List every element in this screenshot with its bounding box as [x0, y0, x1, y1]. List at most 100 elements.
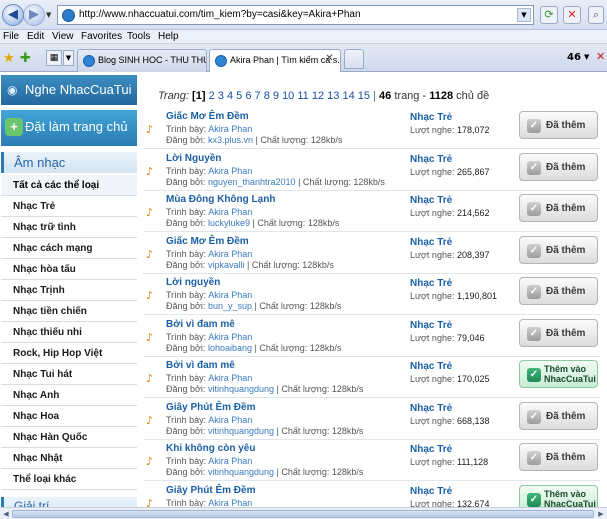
favorites-star-icon[interactable]: ★	[3, 51, 15, 66]
page-link[interactable]: 11	[297, 90, 308, 102]
song-title[interactable]: Bởi vì đam mê	[166, 360, 235, 371]
sidebar-item-all[interactable]: Tất cả các thể loại	[1, 175, 137, 196]
added-button[interactable]: ✓ Đã thêm	[519, 401, 598, 430]
uploader-link[interactable]: vitinhquangdung	[208, 467, 274, 477]
singer-link[interactable]: Akira Phan	[208, 456, 252, 466]
sidebar-item-nhat[interactable]: Nhạc Nhật	[1, 448, 137, 469]
added-button[interactable]: ✓ Đã thêm	[519, 235, 598, 264]
song-title[interactable]: Giấc Mơ Êm Đềm	[166, 236, 249, 247]
song-category-link[interactable]: Nhạc Trẻ	[410, 444, 452, 455]
menu-file[interactable]: File	[3, 31, 19, 42]
add-to-nhaccuatui-button[interactable]: ✓ Thêm vào NhacCuaTui	[519, 360, 598, 388]
tab-blog[interactable]: Blog SINH HOC - THU THUAT...	[77, 49, 207, 72]
uploader-link[interactable]: luckyluke9	[208, 218, 250, 228]
song-title[interactable]: Lời Nguyền	[166, 153, 221, 164]
song-title[interactable]: Giấc Mơ Êm Đềm	[166, 111, 249, 122]
song-title[interactable]: Mùa Đông Không Lạnh	[166, 194, 275, 205]
horizontal-scrollbar[interactable]: ◀ ▶	[0, 507, 607, 519]
uploader-link[interactable]: bun_y_sup	[208, 301, 252, 311]
singer-link[interactable]: Akira Phan	[208, 415, 252, 425]
tab-list-dropdown-icon[interactable]: ▼	[63, 50, 74, 66]
page-link[interactable]: 6	[245, 90, 251, 102]
song-category-link[interactable]: Nhạc Trẻ	[410, 154, 452, 165]
tab-count-dropdown-icon[interactable]: ▼	[584, 53, 589, 61]
page-link[interactable]: 5	[236, 90, 242, 102]
singer-link[interactable]: Akira Phan	[208, 332, 252, 342]
uploader-link[interactable]: lohoaibang	[208, 343, 252, 353]
singer-link[interactable]: Akira Phan	[208, 290, 252, 300]
sidebar-item-cach-mang[interactable]: Nhạc cách mạng	[1, 238, 137, 259]
sidebar-item-hoa-tau[interactable]: Nhạc hòa tấu	[1, 259, 137, 280]
uploader-link[interactable]: vipkavalli	[208, 260, 245, 270]
song-title[interactable]: Lời nguyền	[166, 277, 220, 288]
song-category-link[interactable]: Nhạc Trẻ	[410, 486, 452, 497]
sidebar-item-han-quoc[interactable]: Nhạc Hàn Quốc	[1, 427, 137, 448]
page-link[interactable]: 15	[358, 90, 370, 102]
song-title[interactable]: Bởi vì đam mê	[166, 319, 235, 330]
menu-help[interactable]: Help	[158, 31, 179, 42]
menu-tools[interactable]: Tools	[127, 31, 150, 42]
sidebar-header-listen[interactable]: ◉ Nghe NhacCuaTui	[1, 75, 137, 105]
song-category-link[interactable]: Nhạc Trẻ	[410, 237, 452, 248]
new-tab-button[interactable]	[344, 49, 364, 69]
page-link[interactable]: 14	[342, 90, 354, 102]
singer-link[interactable]: Akira Phan	[208, 124, 252, 134]
scroll-right-icon[interactable]: ▶	[596, 509, 606, 519]
scrollbar-thumb[interactable]	[12, 510, 594, 518]
sidebar-item-rock-hiphop[interactable]: Rock, Hip Hop Việt	[1, 343, 137, 364]
singer-link[interactable]: Akira Phan	[208, 166, 252, 176]
tab-close-icon[interactable]: ✕	[323, 53, 336, 66]
page-link[interactable]: 9	[273, 90, 279, 102]
close-window-icon[interactable]: ✕	[596, 50, 605, 63]
address-bar[interactable]: http://www.nhaccuatui.com/tim_kiem?by=ca…	[57, 5, 534, 25]
song-category-link[interactable]: Nhạc Trẻ	[410, 320, 452, 331]
sidebar-item-hoa[interactable]: Nhạc Hoa	[1, 406, 137, 427]
page-link[interactable]: 7	[255, 90, 261, 102]
page-link[interactable]: 2	[209, 90, 215, 102]
page-link[interactable]: 4	[227, 90, 233, 102]
tab-active-search[interactable]: Akira Phan | Tìm kiếm ca s... ✕	[209, 49, 341, 72]
refresh-icon[interactable]: ⟳	[540, 6, 558, 24]
history-dropdown-icon[interactable]: ▼	[46, 12, 52, 19]
menu-view[interactable]: View	[52, 31, 74, 42]
back-button[interactable]: ◀	[2, 4, 24, 26]
singer-link[interactable]: Akira Phan	[208, 498, 252, 508]
song-title[interactable]: Giây Phút Êm Đềm	[166, 485, 255, 496]
stop-icon[interactable]: ✕	[563, 6, 581, 24]
sidebar-item-thieu-nhi[interactable]: Nhạc thiếu nhi	[1, 322, 137, 343]
address-url[interactable]: http://www.nhaccuatui.com/tim_kiem?by=ca…	[79, 9, 361, 20]
uploader-link[interactable]: vitinhquangdung	[208, 426, 274, 436]
song-title[interactable]: Khi không còn yêu	[166, 443, 255, 454]
page-link[interactable]: 13	[327, 90, 339, 102]
sidebar-item-tru-tinh[interactable]: Nhạc trữ tình	[1, 217, 137, 238]
sidebar-item-anh[interactable]: Nhạc Anh	[1, 385, 137, 406]
menu-favorites[interactable]: Favorites	[81, 31, 122, 42]
added-button[interactable]: ✓ Đã thêm	[519, 152, 598, 181]
song-category-link[interactable]: Nhạc Trẻ	[410, 112, 452, 123]
add-to-nhaccuatui-button[interactable]: ✓ Thêm vào NhacCuaTui	[519, 484, 598, 507]
scroll-left-icon[interactable]: ◀	[1, 509, 11, 519]
sidebar-item-trinh[interactable]: Nhạc Trịnh	[1, 280, 137, 301]
page-link[interactable]: 8	[264, 90, 270, 102]
uploader-link[interactable]: vitinhquangdung	[208, 384, 274, 394]
page-link[interactable]: 12	[312, 90, 324, 102]
page-link[interactable]: 10	[282, 90, 294, 102]
set-homepage-button[interactable]: + Đặt làm trang chủ	[1, 110, 137, 146]
search-box-icon[interactable]: ⌕	[588, 6, 604, 24]
add-favorite-icon[interactable]: ✚	[20, 51, 31, 66]
added-button[interactable]: ✓ Đã thêm	[519, 443, 598, 471]
quick-tabs-icon[interactable]: ▦	[46, 50, 62, 66]
uploader-link[interactable]: kx3.plus.vn	[208, 135, 253, 145]
song-category-link[interactable]: Nhạc Trẻ	[410, 403, 452, 414]
added-button[interactable]: ✓ Đã thêm	[519, 111, 598, 139]
singer-link[interactable]: Akira Phan	[208, 249, 252, 259]
added-button[interactable]: ✓ Đã thêm	[519, 194, 598, 222]
song-category-link[interactable]: Nhạc Trẻ	[410, 195, 452, 206]
sidebar-item-nhac-tre[interactable]: Nhạc Trẻ	[1, 196, 137, 217]
singer-link[interactable]: Akira Phan	[208, 373, 252, 383]
singer-link[interactable]: Akira Phan	[208, 207, 252, 217]
sidebar-item-tui-hat[interactable]: Nhạc Tui hát	[1, 364, 137, 385]
added-button[interactable]: ✓ Đã thêm	[519, 277, 598, 305]
sidebar-item-tien-chien[interactable]: Nhạc tiền chiến	[1, 301, 137, 322]
forward-button[interactable]: ▶	[23, 4, 45, 26]
